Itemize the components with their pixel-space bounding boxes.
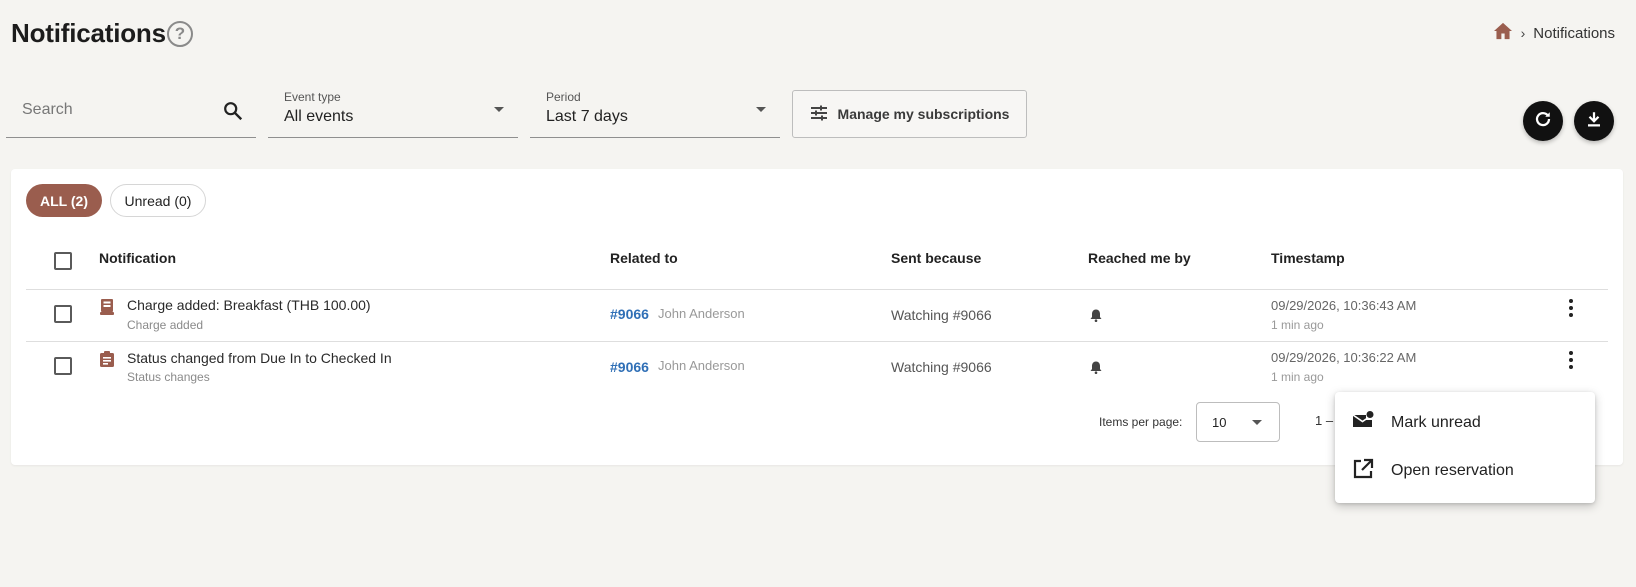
notification-title: Status changed from Due In to Checked In [127,350,392,366]
breadcrumb: › Notifications [1493,22,1615,44]
download-button[interactable] [1574,101,1614,141]
tune-icon [810,105,828,124]
refresh-icon [1534,110,1552,133]
chevron-right-icon: › [1520,25,1526,41]
download-icon [1585,110,1603,133]
reservation-link[interactable]: #9066 [610,306,649,322]
receipt-icon [100,299,114,320]
search-placeholder: Search [22,101,73,118]
period-select[interactable]: Period Last 7 days [530,88,780,138]
guest-name: John Anderson [658,306,745,321]
menu-item-mark-unread[interactable]: Mark unread [1335,399,1595,447]
divider [26,341,1608,342]
pagination-range: 1 – [1315,413,1334,428]
notification-title: Charge added: Breakfast (THB 100.00) [127,297,371,313]
manage-subscriptions-button[interactable]: Manage my subscriptions [792,90,1027,138]
period-value: Last 7 days [546,108,628,125]
timestamp: 09/29/2026, 10:36:43 AM [1271,298,1417,313]
row-checkbox[interactable] [54,305,72,323]
row-checkbox[interactable] [54,357,72,375]
notification-subtitle: Status changes [127,370,210,384]
sent-because: Watching #9066 [891,307,992,323]
help-icon[interactable]: ? [167,21,193,47]
page-title: Notifications [11,18,166,48]
tab-all[interactable]: ALL (2) [26,184,102,217]
refresh-button[interactable] [1523,101,1563,141]
timestamp: 09/29/2026, 10:36:22 AM [1271,350,1417,365]
column-header-notification[interactable]: Notification [99,250,176,266]
bell-icon [1090,361,1102,379]
home-icon[interactable] [1493,22,1513,44]
manage-subscriptions-label: Manage my subscriptions [837,106,1010,122]
more-vert-icon[interactable] [1568,351,1574,369]
select-all-checkbox[interactable] [54,252,72,270]
items-per-page-select[interactable]: 10 [1196,402,1280,442]
menu-item-open-reservation[interactable]: Open reservation [1335,447,1595,495]
breadcrumb-current: Notifications [1533,24,1615,42]
event-type-label: Event type [284,90,341,104]
mark-unread-icon [1352,410,1374,436]
sent-because: Watching #9066 [891,359,992,375]
open-in-new-icon [1352,458,1374,485]
notification-subtitle: Charge added [127,318,204,332]
search-input[interactable]: Search [6,88,256,138]
period-label: Period [546,90,581,104]
bell-icon [1090,309,1102,327]
row-context-menu: Mark unread Open reservation [1335,392,1595,503]
event-type-select[interactable]: Event type All events [268,88,518,138]
reservation-link[interactable]: #9066 [610,359,649,375]
column-header-sent-because[interactable]: Sent because [891,250,981,266]
dropdown-arrow-icon [494,107,504,112]
divider [26,289,1608,290]
dropdown-arrow-icon [756,107,766,112]
event-type-value: All events [284,108,354,125]
column-header-timestamp[interactable]: Timestamp [1271,250,1345,266]
clipboard-icon [100,351,114,372]
tab-unread[interactable]: Unread (0) [110,184,206,217]
menu-item-label: Mark unread [1391,414,1481,431]
timestamp-relative: 1 min ago [1271,318,1324,332]
items-per-page-value: 10 [1212,415,1227,430]
column-header-related-to[interactable]: Related to [610,250,678,266]
more-vert-icon[interactable] [1568,299,1574,317]
menu-item-label: Open reservation [1391,462,1514,479]
search-icon[interactable] [222,100,244,127]
items-per-page-label: Items per page: [1099,415,1183,429]
column-header-reached-me-by[interactable]: Reached me by [1088,250,1191,266]
dropdown-arrow-icon [1252,420,1262,425]
timestamp-relative: 1 min ago [1271,370,1324,384]
guest-name: John Anderson [658,358,745,373]
